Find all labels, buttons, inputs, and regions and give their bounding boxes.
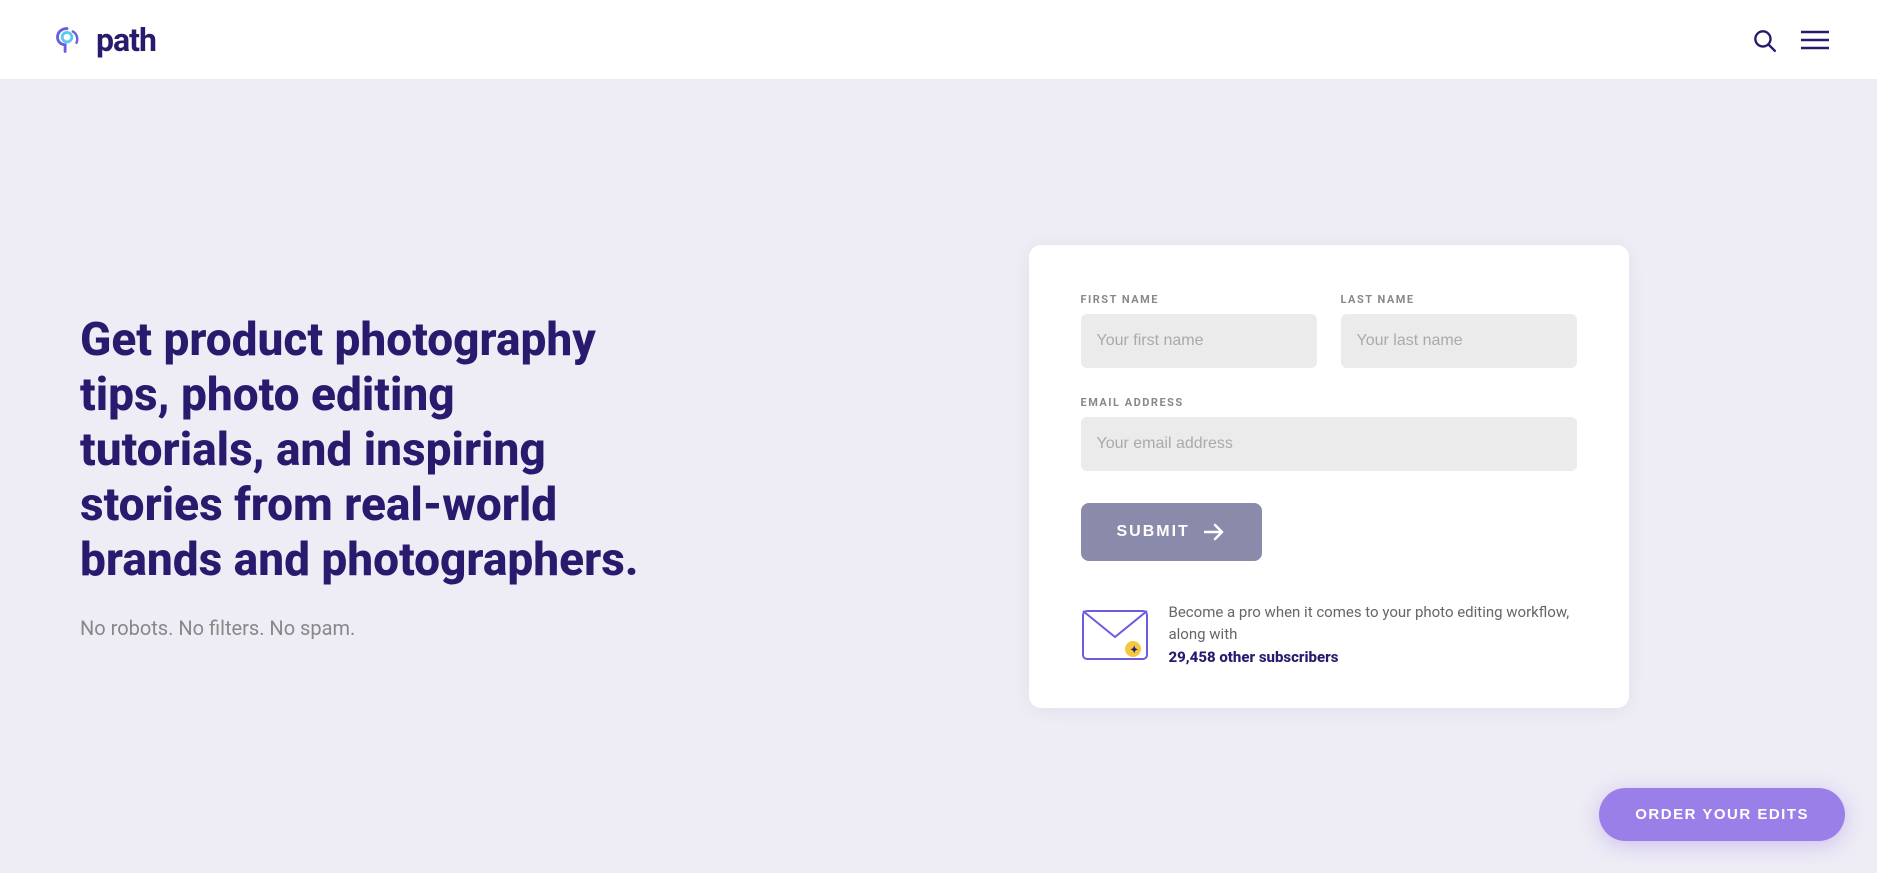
hero-section: Get product photography tips, photo edit…: [0, 80, 780, 873]
first-name-group: FIRST NAME: [1081, 293, 1317, 368]
order-edits-button[interactable]: ORDER YOUR EDITS: [1599, 788, 1845, 841]
first-name-input[interactable]: [1081, 314, 1317, 368]
main-content: Get product photography tips, photo edit…: [0, 80, 1877, 873]
hamburger-icon: [1801, 29, 1829, 51]
promo-text: Become a pro when it comes to your photo…: [1169, 601, 1577, 669]
search-button[interactable]: [1751, 27, 1777, 53]
logo-link[interactable]: path: [48, 21, 156, 59]
promo-row: ✦ Become a pro when it comes to your pho…: [1081, 601, 1577, 669]
email-input[interactable]: [1081, 417, 1577, 471]
svg-text:✦: ✦: [1130, 645, 1138, 656]
order-label: ORDER YOUR EDITS: [1635, 806, 1809, 823]
first-name-label: FIRST NAME: [1081, 293, 1317, 306]
name-row: FIRST NAME LAST NAME: [1081, 293, 1577, 368]
last-name-group: LAST NAME: [1341, 293, 1577, 368]
hero-subtext: No robots. No filters. No spam.: [80, 616, 700, 640]
submit-button[interactable]: SUBMIT: [1081, 503, 1262, 561]
email-group: EMAIL ADDRESS: [1081, 396, 1577, 471]
header-actions: [1751, 27, 1829, 53]
envelope-icon: ✦: [1081, 609, 1149, 661]
search-icon: [1751, 27, 1777, 53]
form-section: FIRST NAME LAST NAME EMAIL ADDRESS SUBMI…: [780, 80, 1877, 873]
last-name-label: LAST NAME: [1341, 293, 1577, 306]
subscribers-count: 29,458 other subscribers: [1169, 648, 1339, 666]
last-name-input[interactable]: [1341, 314, 1577, 368]
hero-heading: Get product photography tips, photo edit…: [80, 313, 640, 589]
email-label: EMAIL ADDRESS: [1081, 396, 1577, 409]
form-card: FIRST NAME LAST NAME EMAIL ADDRESS SUBMI…: [1029, 245, 1629, 709]
logo-text: path: [96, 21, 156, 59]
path-logo-icon: [48, 21, 86, 59]
menu-button[interactable]: [1801, 29, 1829, 51]
header: path: [0, 0, 1877, 80]
submit-label: SUBMIT: [1117, 523, 1190, 541]
arrow-right-icon: [1204, 523, 1226, 541]
